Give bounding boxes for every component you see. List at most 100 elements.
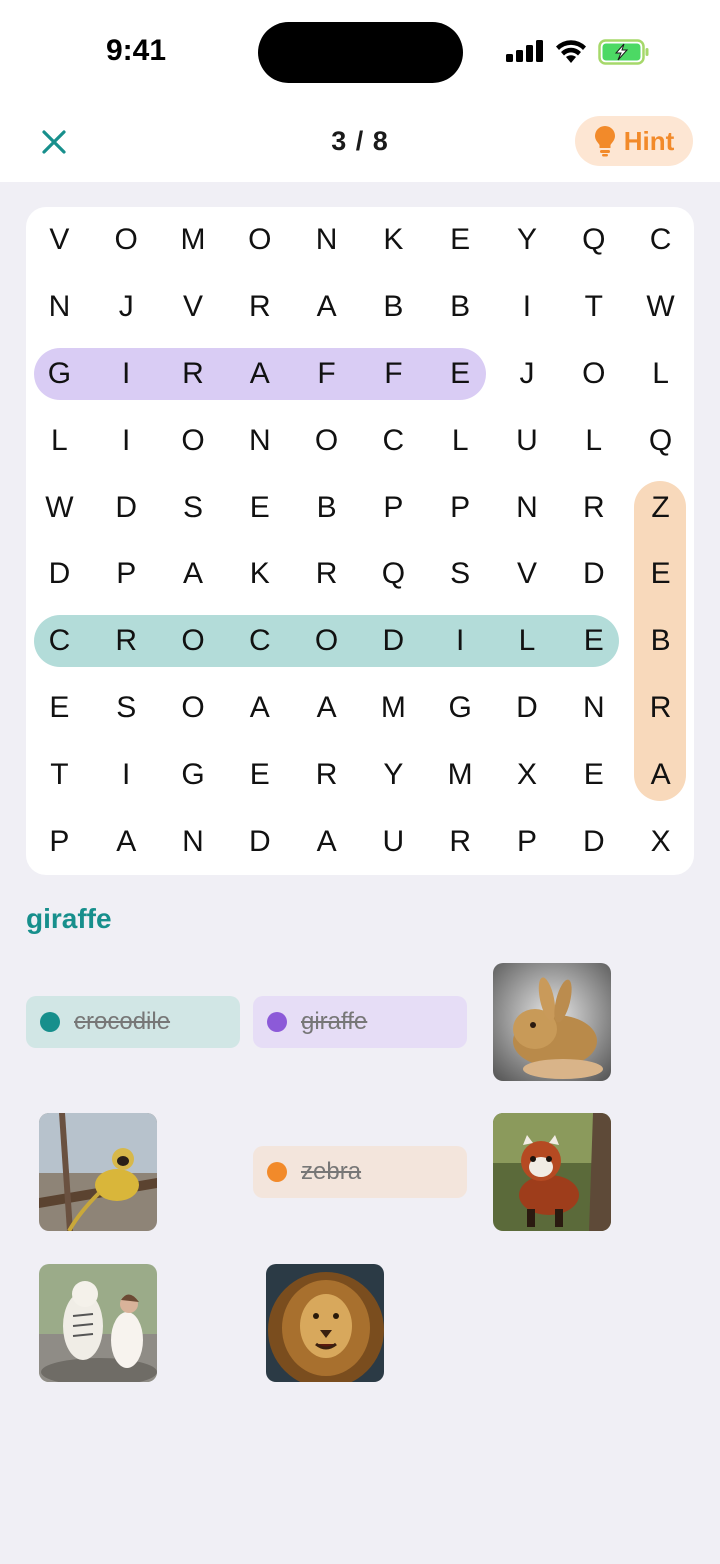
letter-cell[interactable]: P [360,474,427,541]
letter-cell[interactable]: R [93,608,160,675]
letter-cell[interactable]: E [627,541,694,608]
letter-cell[interactable]: M [160,207,227,274]
letter-cell[interactable]: R [627,675,694,742]
letter-cell[interactable]: N [293,207,360,274]
letter-cell[interactable]: E [427,341,494,408]
letter-cell[interactable]: N [494,474,561,541]
letter-cell[interactable]: Y [494,207,561,274]
photo-tile-rabbit[interactable] [493,963,611,1081]
letter-cell[interactable]: S [160,474,227,541]
letter-cell[interactable]: M [427,741,494,808]
letter-cell[interactable]: O [226,207,293,274]
letter-cell[interactable]: W [26,474,93,541]
letter-cell[interactable]: Z [627,474,694,541]
letter-cell[interactable]: J [93,274,160,341]
letter-cell[interactable]: E [560,608,627,675]
letter-cell[interactable]: S [427,541,494,608]
letter-cell[interactable]: O [160,608,227,675]
letter-cell[interactable]: I [93,407,160,474]
letter-cell[interactable]: K [360,207,427,274]
letter-cell[interactable]: F [293,341,360,408]
letter-cell[interactable]: D [560,808,627,875]
letter-cell[interactable]: O [293,608,360,675]
letter-cell[interactable]: G [160,741,227,808]
letter-cell[interactable]: U [494,407,561,474]
photo-tile-monkey[interactable] [39,1113,157,1231]
letter-cell[interactable]: T [560,274,627,341]
letter-grid[interactable]: VOMONKEYQCNJVRABBITWGIRAFFEJOLLIONOCLULQ… [26,207,694,875]
letter-cell[interactable]: O [160,675,227,742]
photo-tile-lion[interactable] [266,1264,384,1382]
letter-cell[interactable]: I [93,741,160,808]
letter-cell[interactable]: B [627,608,694,675]
letter-cell[interactable]: G [427,675,494,742]
letter-cell[interactable]: A [226,675,293,742]
letter-cell[interactable]: K [226,541,293,608]
letter-cell[interactable]: R [427,808,494,875]
letter-cell[interactable]: N [160,808,227,875]
letter-cell[interactable]: P [93,541,160,608]
word-chip-zebra[interactable]: zebra [253,1146,467,1198]
letter-cell[interactable]: I [93,341,160,408]
letter-cell[interactable]: P [26,808,93,875]
letter-cell[interactable]: U [360,808,427,875]
letter-cell[interactable]: I [494,274,561,341]
letter-cell[interactable]: Y [360,741,427,808]
letter-cell[interactable]: X [494,741,561,808]
letter-cell[interactable]: X [627,808,694,875]
letter-cell[interactable]: C [627,207,694,274]
photo-tile-red-panda[interactable] [493,1113,611,1231]
letter-cell[interactable]: E [26,675,93,742]
letter-cell[interactable]: R [293,541,360,608]
hint-button[interactable]: Hint [575,116,693,166]
letter-cell[interactable]: B [360,274,427,341]
letter-cell[interactable]: B [293,474,360,541]
letter-cell[interactable]: N [560,675,627,742]
letter-cell[interactable]: A [293,274,360,341]
letter-cell[interactable]: S [93,675,160,742]
letter-cell[interactable]: O [93,207,160,274]
letter-cell[interactable]: C [360,407,427,474]
letter-cell[interactable]: R [293,741,360,808]
letter-cell[interactable]: P [494,808,561,875]
letter-cell[interactable]: L [494,608,561,675]
letter-cell[interactable]: D [360,608,427,675]
letter-cell[interactable]: R [160,341,227,408]
letter-cell[interactable]: G [26,341,93,408]
letter-cell[interactable]: N [26,274,93,341]
letter-cell[interactable]: I [427,608,494,675]
letter-cell[interactable]: L [26,407,93,474]
letter-cell[interactable]: C [226,608,293,675]
letter-cell[interactable]: A [93,808,160,875]
letter-cell[interactable]: Q [360,541,427,608]
letter-cell[interactable]: R [226,274,293,341]
letter-cell[interactable]: E [427,207,494,274]
letter-cell[interactable]: A [293,675,360,742]
letter-cell[interactable]: M [360,675,427,742]
letter-cell[interactable]: C [26,608,93,675]
letter-cell[interactable]: P [427,474,494,541]
letter-cell[interactable]: A [226,341,293,408]
photo-tile-tiger[interactable] [39,1264,157,1382]
letter-cell[interactable]: E [560,741,627,808]
letter-cell[interactable]: L [560,407,627,474]
letter-cell[interactable]: F [360,341,427,408]
letter-cell[interactable]: V [160,274,227,341]
letter-cell[interactable]: V [26,207,93,274]
letter-cell[interactable]: B [427,274,494,341]
letter-cell[interactable]: W [627,274,694,341]
letter-cell[interactable]: J [494,341,561,408]
letter-cell[interactable]: D [494,675,561,742]
word-chip-giraffe[interactable]: giraffe [253,996,467,1048]
letter-cell[interactable]: D [226,808,293,875]
letter-cell[interactable]: A [627,741,694,808]
letter-cell[interactable]: Q [560,207,627,274]
letter-cell[interactable]: R [560,474,627,541]
letter-cell[interactable]: D [560,541,627,608]
letter-cell[interactable]: Q [627,407,694,474]
letter-cell[interactable]: T [26,741,93,808]
letter-cell[interactable]: L [427,407,494,474]
letter-cell[interactable]: L [627,341,694,408]
letter-cell[interactable]: D [26,541,93,608]
letter-cell[interactable]: V [494,541,561,608]
